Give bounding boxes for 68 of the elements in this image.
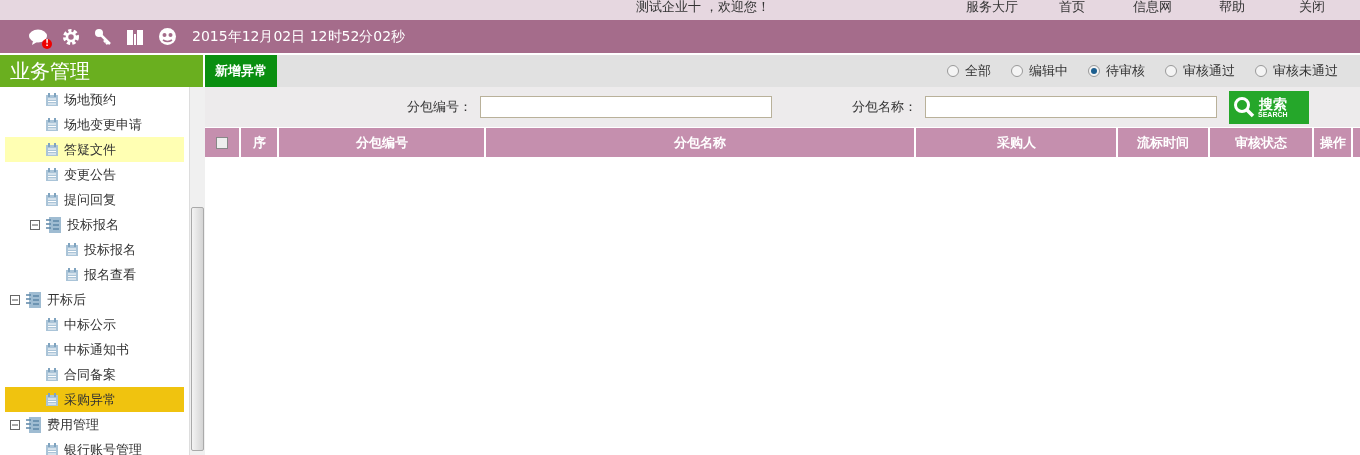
radio-icon[interactable]: [1255, 65, 1267, 77]
settings-icon[interactable]: [60, 26, 82, 47]
filter-radio[interactable]: 全部: [947, 62, 991, 80]
select-all-checkbox[interactable]: [216, 136, 228, 149]
tree-item[interactable]: 采购异常: [5, 387, 185, 412]
tree-item[interactable]: 银行账号管理: [5, 437, 185, 455]
nav-link[interactable]: 信息网: [1112, 0, 1192, 14]
nav-link[interactable]: 帮助: [1192, 0, 1272, 14]
radio-icon[interactable]: [1088, 65, 1100, 77]
radio-icon[interactable]: [1011, 65, 1023, 77]
search-icon: [1233, 96, 1255, 118]
tree-item[interactable]: 提问回复: [5, 187, 185, 212]
radio-icon[interactable]: [1165, 65, 1177, 77]
tree-item[interactable]: 中标公示: [5, 312, 185, 337]
tree-item[interactable]: 费用管理: [5, 412, 185, 437]
note-icon: [65, 242, 79, 257]
filter-radio[interactable]: 审核通过: [1165, 62, 1235, 80]
filter-radio[interactable]: 待审核: [1088, 62, 1145, 80]
smiley-icon[interactable]: [156, 26, 178, 47]
column-header: 序: [241, 128, 279, 157]
radio-icon[interactable]: [947, 65, 959, 77]
collapse-icon[interactable]: [10, 419, 20, 430]
note-icon: [45, 167, 59, 182]
field-label: 分包编号：: [407, 98, 472, 116]
column-header: 分包编号: [279, 128, 486, 157]
note-icon: [45, 117, 59, 132]
notification-badge: !: [42, 38, 52, 49]
column-header: 流标时间: [1118, 128, 1210, 157]
note-icon: [45, 92, 59, 107]
note-icon: [45, 192, 59, 207]
tree-item[interactable]: 投标报名: [5, 212, 185, 237]
add-button[interactable]: 新增异常: [205, 55, 277, 87]
filter-radio[interactable]: 编辑中: [1011, 62, 1068, 80]
collapse-icon[interactable]: [30, 219, 40, 230]
tree-item[interactable]: 变更公告: [5, 162, 185, 187]
book-icon: [46, 216, 62, 233]
nav-link[interactable]: 服务大厅: [952, 0, 1032, 14]
nav-link[interactable]: 首页: [1032, 0, 1112, 14]
field-label: 分包名称：: [852, 98, 917, 116]
filter-radio[interactable]: 审核未通过: [1255, 62, 1338, 80]
note-icon: [65, 267, 79, 282]
tree-item[interactable]: 场地变更申请: [5, 112, 185, 137]
column-header: 采购人: [916, 128, 1118, 157]
book-icon: [26, 291, 42, 308]
tree-item[interactable]: 合同备案: [5, 362, 185, 387]
note-icon: [45, 392, 59, 407]
welcome-text: 测试企业十 ，欢迎您！: [636, 0, 771, 14]
nav-link[interactable]: 关闭: [1272, 0, 1352, 14]
note-icon: [45, 317, 59, 332]
tree-item[interactable]: 场地预约: [5, 87, 185, 112]
book-icon: [26, 416, 42, 433]
tree-item[interactable]: 中标通知书: [5, 337, 185, 362]
sidebar-title: 业务管理: [0, 55, 205, 87]
column-header: 审核状态: [1210, 128, 1314, 157]
note-icon: [45, 342, 59, 357]
tree-item[interactable]: 答疑文件: [5, 137, 185, 162]
note-icon: [45, 367, 59, 382]
date-time: 2015年12月02日 12时52分02秒: [192, 27, 406, 46]
tree-item[interactable]: 开标后: [5, 287, 185, 312]
tree-item[interactable]: 投标报名: [5, 237, 185, 262]
collapse-icon[interactable]: [10, 294, 20, 305]
scrollbar[interactable]: [189, 87, 205, 455]
search-field[interactable]: [480, 96, 772, 118]
note-icon: [45, 142, 59, 157]
column-header: 分包名称: [486, 128, 916, 157]
column-header: 操作: [1314, 128, 1353, 157]
tree-item[interactable]: 报名查看: [5, 262, 185, 287]
search-field[interactable]: [925, 96, 1217, 118]
